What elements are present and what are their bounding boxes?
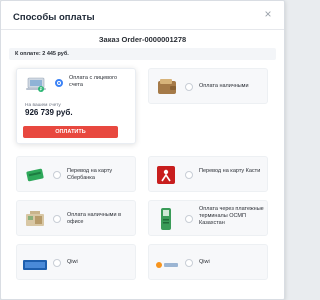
method-card-osmp-terminal[interactable]: Оплата через платежные терминалы ОСМП Ка… [148, 200, 268, 236]
radio-cash[interactable] [185, 83, 193, 91]
method-label: Перевод на карту Касти [199, 168, 261, 174]
wallet-icon [157, 78, 177, 96]
method-card-office-cash[interactable]: Оплата наличными в офисе [16, 200, 136, 236]
method-label: Оплата через платежные терминалы ОСМП Ка… [199, 206, 264, 226]
method-label: Оплата наличными в офисе [67, 212, 121, 225]
radio-osmp[interactable] [185, 215, 193, 223]
sberbank-card-icon [25, 166, 45, 184]
method-label: Оплата наличными [199, 83, 249, 89]
method-card-sberbank[interactable]: Перевод на карту Сбербанка [16, 156, 136, 192]
terminal-icon [159, 207, 173, 231]
radio-qiwi-2[interactable] [185, 259, 193, 267]
order-title: Заказ Order-0000001278 [98, 35, 187, 44]
radio-sberbank[interactable] [53, 171, 61, 179]
radio-qiwi-1[interactable] [53, 259, 61, 267]
kasti-logo-icon [157, 166, 175, 184]
amount-due: К оплате: 2 445 руб. [9, 48, 276, 60]
method-label: Перевод на карту Сбербанка [67, 168, 113, 181]
method-card-cash[interactable]: Оплата наличными [148, 68, 268, 104]
method-card-kasti[interactable]: Перевод на карту Касти [148, 156, 268, 192]
pay-button[interactable]: ОПЛАТИТЬ [23, 126, 118, 138]
header-divider [1, 29, 284, 30]
modal-title: Способы оплаты [13, 12, 95, 23]
method-card-qiwi-2[interactable]: Qiwi [148, 244, 268, 280]
qiwi-wallet-icon [155, 257, 179, 268]
method-card-qiwi-1[interactable]: Qiwi [16, 244, 136, 280]
balance-value: 926 739 руб. [25, 108, 73, 117]
office-icon [25, 209, 45, 229]
laptop-icon: ₽ [25, 76, 47, 94]
method-label: Qiwi [67, 259, 78, 265]
close-icon[interactable]: × [262, 8, 274, 20]
radio-kasti[interactable] [185, 171, 193, 179]
method-label: Qiwi [199, 259, 210, 265]
method-label: Оплата с лицевого счета [69, 75, 118, 88]
qiwi-logo-icon [23, 257, 47, 270]
radio-office-cash[interactable] [53, 215, 61, 223]
svg-text:₽: ₽ [40, 87, 43, 92]
payment-methods-modal: Способы оплаты × Заказ Order-0000001278 … [0, 0, 285, 300]
radio-account[interactable] [55, 79, 63, 87]
